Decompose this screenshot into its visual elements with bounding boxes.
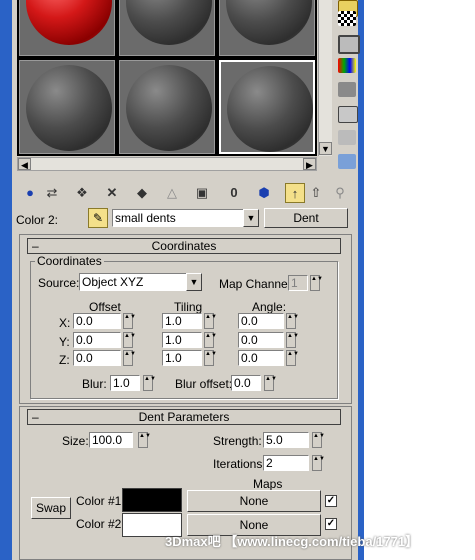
collapse-icon: –	[32, 410, 39, 424]
reset-map-icon[interactable]: ✕	[102, 183, 122, 203]
map-channel-field[interactable]: 1	[288, 275, 308, 291]
strength-label: Strength:	[213, 434, 262, 448]
material-slot-3[interactable]	[219, 0, 315, 56]
source-dropdown[interactable]: Object XYZ	[79, 273, 187, 291]
collapse-icon: –	[32, 239, 39, 253]
iterations-field[interactable]: 2	[263, 455, 309, 471]
color1-label: Color #1	[76, 494, 122, 508]
size-spinner[interactable]: ▲▼	[138, 432, 151, 448]
angle-z-field[interactable]: 0.0	[238, 350, 284, 366]
material-slot-4[interactable]	[19, 60, 115, 154]
offset-y-spinner[interactable]: ▲▼	[123, 332, 136, 348]
x-axis-label: X:	[59, 316, 71, 330]
show-map-icon[interactable]: 0	[224, 183, 244, 203]
put-to-library-icon[interactable]: △	[162, 183, 182, 203]
color1-map-button[interactable]: None	[187, 490, 321, 512]
blur-offset-spinner[interactable]: ▲▼	[264, 375, 277, 391]
dent-rollout-title: Dent Parameters	[138, 410, 230, 424]
blur-offset-field[interactable]: 0.0	[231, 375, 261, 391]
background-icon[interactable]	[338, 11, 356, 26]
tiling-z-spinner[interactable]: ▲▼	[204, 350, 217, 366]
editor-toolbar: ● ⇄ ❖ ✕ ◆ △ ▣ 0 ⬢ ↑ ⇧ ⚲	[14, 181, 356, 205]
go-forward-sibling-icon[interactable]: ⇧	[306, 183, 326, 203]
tiling-y-field[interactable]: 1.0	[162, 332, 202, 348]
color1-map-checkbox[interactable]: ✓	[325, 495, 337, 507]
material-slot-6-active[interactable]	[219, 60, 315, 154]
offset-z-spinner[interactable]: ▲▼	[123, 350, 136, 366]
iterations-spinner[interactable]: ▲▼	[312, 455, 325, 471]
color2-label: Color #2	[76, 517, 122, 531]
coordinates-rollout-header[interactable]: – Coordinates	[27, 238, 341, 254]
blur-field[interactable]: 1.0	[110, 375, 140, 391]
scroll-right-arrow-icon[interactable]: ▶	[303, 158, 316, 170]
z-axis-label: Z:	[59, 353, 70, 367]
strength-spinner[interactable]: ▲▼	[312, 432, 325, 448]
tiling-y-spinner[interactable]: ▲▼	[204, 332, 217, 348]
offset-x-field[interactable]: 0.0	[73, 313, 121, 329]
assign-material-icon[interactable]: ❖	[72, 183, 92, 203]
y-axis-label: Y:	[59, 335, 70, 349]
pick-from-object-icon[interactable]: ⚲	[330, 183, 350, 203]
swap-button[interactable]: Swap	[31, 497, 71, 519]
slots-vertical-scrollbar[interactable]: ▼	[318, 0, 332, 156]
material-slot-1[interactable]	[19, 0, 115, 56]
options-icon[interactable]	[338, 106, 358, 123]
go-to-parent-icon[interactable]: ↑	[285, 183, 305, 203]
slots-horizontal-scrollbar[interactable]: ◀ ▶	[17, 157, 317, 171]
scroll-down-arrow-icon[interactable]: ▼	[319, 142, 332, 155]
material-effects-channel-icon[interactable]: ▣	[192, 183, 212, 203]
angle-column-header: Angle:	[252, 300, 287, 314]
offset-z-field[interactable]: 0.0	[73, 350, 121, 366]
map-name-field[interactable]: small dents	[112, 209, 244, 227]
tiling-x-spinner[interactable]: ▲▼	[204, 313, 217, 329]
scroll-left-arrow-icon[interactable]: ◀	[18, 158, 31, 170]
make-preview-icon[interactable]	[338, 82, 356, 97]
side-toolbar	[336, 0, 360, 175]
tiling-column-header: Tiling	[174, 300, 203, 314]
map-type-button[interactable]: Dent	[264, 208, 348, 228]
blur-spinner[interactable]: ▲▼	[143, 375, 156, 391]
offset-x-spinner[interactable]: ▲▼	[123, 313, 136, 329]
map-channel-spinner[interactable]: ▲▼	[310, 275, 323, 291]
map-channel-label: Map Channel:	[219, 277, 294, 291]
color2-map-checkbox[interactable]: ✓	[325, 518, 337, 530]
get-material-icon[interactable]: ●	[20, 183, 40, 203]
angle-y-field[interactable]: 0.0	[238, 332, 284, 348]
coordinates-group-title: Coordinates	[35, 254, 104, 268]
angle-x-spinner[interactable]: ▲▼	[286, 313, 299, 329]
angle-x-field[interactable]: 0.0	[238, 313, 284, 329]
offset-y-field[interactable]: 0.0	[73, 332, 121, 348]
pick-material-icon[interactable]: ✎	[88, 208, 108, 228]
iterations-label: Iterations:	[213, 457, 266, 471]
make-unique-icon[interactable]: ◆	[132, 183, 152, 203]
map-slot-label: Color 2:	[16, 213, 59, 227]
size-field[interactable]: 100.0	[89, 432, 133, 448]
sample-uv-tiling-icon[interactable]	[338, 35, 360, 54]
material-slot-5[interactable]	[119, 60, 215, 154]
source-label: Source:	[38, 276, 80, 290]
angle-z-spinner[interactable]: ▲▼	[286, 350, 299, 366]
select-by-material-icon[interactable]	[338, 130, 356, 145]
material-slot-2[interactable]	[119, 0, 215, 56]
coordinates-rollout-title: Coordinates	[151, 239, 217, 253]
maps-header: Maps	[253, 477, 283, 491]
dent-rollout-header[interactable]: – Dent Parameters	[27, 409, 341, 425]
strength-field[interactable]: 5.0	[263, 432, 309, 448]
tiling-z-field[interactable]: 1.0	[162, 350, 202, 366]
tiling-x-field[interactable]: 1.0	[162, 313, 202, 329]
map-navigator-icon[interactable]	[338, 154, 356, 169]
color1-swatch[interactable]	[122, 488, 182, 512]
blur-offset-label: Blur offset:	[175, 377, 233, 391]
offset-column-header: Offset	[89, 300, 121, 314]
video-color-check-icon[interactable]	[338, 58, 356, 73]
angle-y-spinner[interactable]: ▲▼	[286, 332, 299, 348]
show-end-result-icon[interactable]: ⬢	[254, 183, 274, 203]
size-label: Size:	[62, 434, 89, 448]
blur-label: Blur:	[82, 377, 107, 391]
sample-slots-grid	[17, 0, 317, 156]
watermark-text: 3Dmax吧 【www.linecg.com/tieba/1771】	[165, 534, 419, 549]
put-to-scene-icon[interactable]: ⇄	[42, 183, 62, 203]
map-name-dropdown-arrow-icon[interactable]: ▼	[243, 209, 259, 227]
source-dropdown-arrow-icon[interactable]: ▼	[186, 273, 202, 291]
